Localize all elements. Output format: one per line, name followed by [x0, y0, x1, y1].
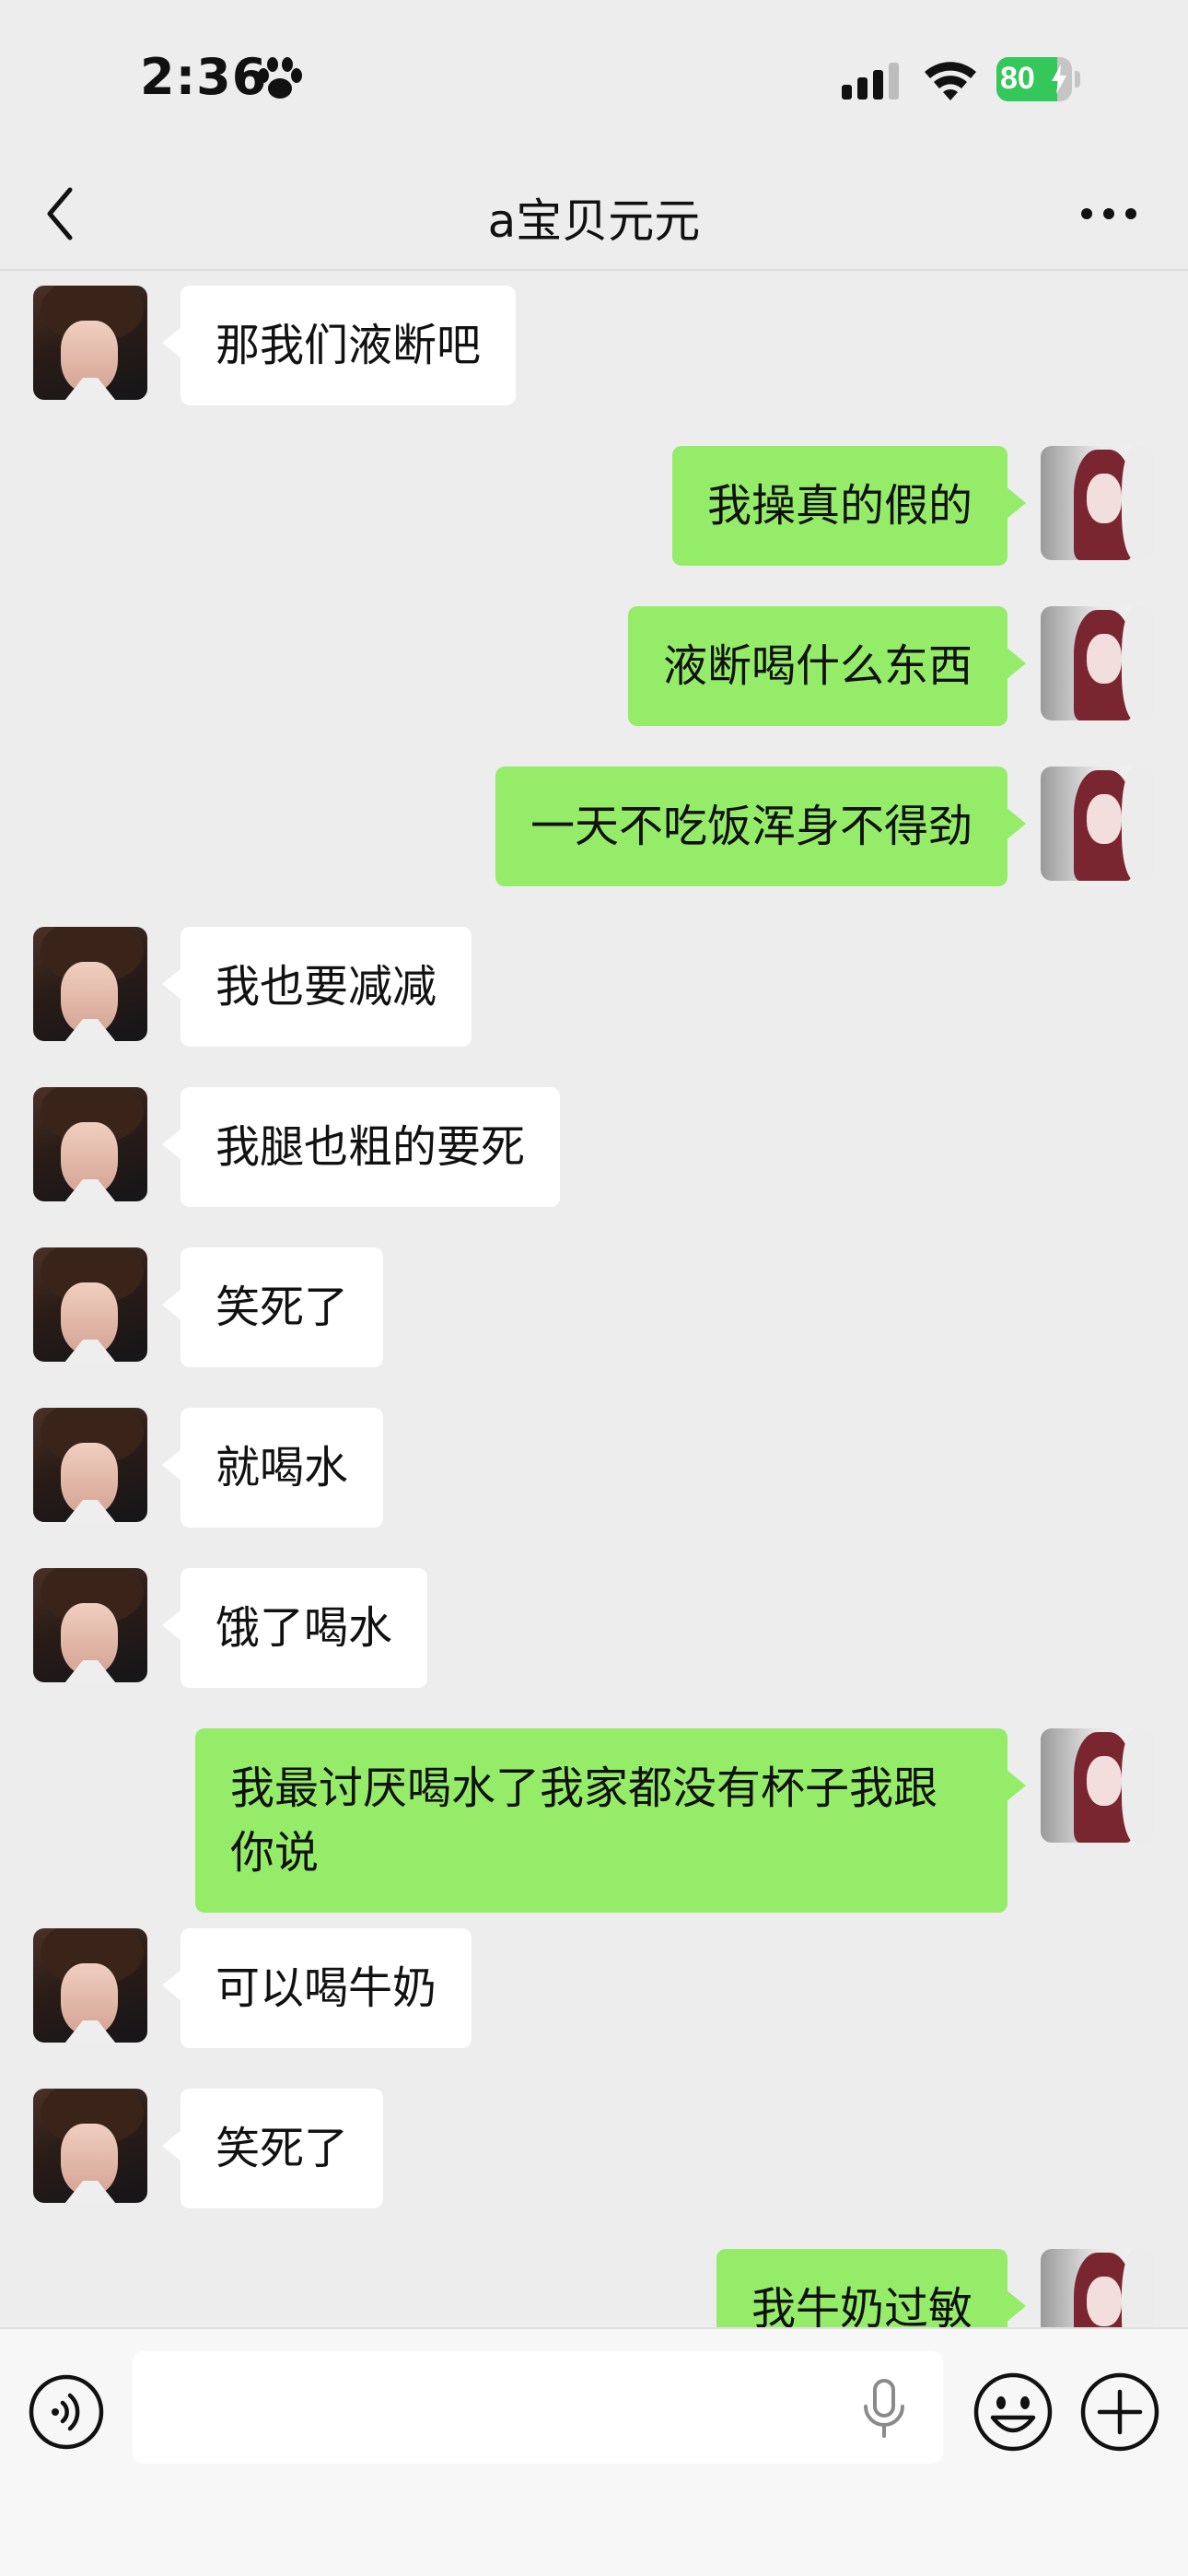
mic-icon[interactable] — [858, 2379, 910, 2440]
paw-icon — [258, 57, 302, 99]
cellular-signal-icon — [842, 63, 899, 100]
voice-icon[interactable] — [28, 2373, 105, 2451]
chat-header: a宝贝元元 — [0, 157, 1188, 271]
contact-avatar[interactable] — [33, 1247, 147, 1362]
status-bar: 2:36 80 — [0, 0, 1188, 157]
battery-percent: 80 — [1000, 61, 1035, 96]
contact-avatar[interactable] — [33, 2089, 147, 2203]
my-avatar[interactable] — [1041, 2249, 1155, 2327]
message-bubble[interactable]: 就喝水 — [161, 1408, 384, 1528]
status-time: 2:36 — [140, 48, 268, 106]
emoji-icon[interactable] — [973, 2371, 1054, 2453]
chat-screen: 2:36 80 a宝贝元元 那我们液断吧 我操真的假的 液断喝什么东西 一天不吃… — [0, 0, 1188, 2576]
plus-icon[interactable] — [1079, 2371, 1160, 2453]
contact-avatar[interactable] — [33, 1568, 147, 1682]
more-dots-icon[interactable] — [1079, 201, 1138, 227]
message-bubble[interactable]: 我也要减减 — [161, 927, 472, 1047]
contact-avatar[interactable] — [33, 286, 147, 400]
my-avatar[interactable] — [1041, 767, 1155, 881]
chat-title: a宝贝元元 — [487, 194, 701, 248]
wifi-icon — [925, 62, 976, 100]
my-avatar[interactable] — [1041, 1728, 1155, 1843]
message-bubble[interactable]: 一天不吃饭浑身不得劲 — [495, 767, 1027, 886]
message-bubble[interactable]: 饿了喝水 — [161, 1568, 428, 1688]
my-avatar[interactable] — [1041, 606, 1155, 720]
message-bubble[interactable]: 那我们液断吧 — [161, 286, 517, 405]
message-bubble[interactable]: 我腿也粗的要死 — [161, 1087, 561, 1207]
my-avatar[interactable] — [1041, 446, 1155, 560]
contact-avatar[interactable] — [33, 927, 147, 1041]
battery-icon: 80 — [996, 57, 1081, 101]
message-input[interactable] — [133, 2351, 943, 2464]
contact-avatar[interactable] — [33, 1408, 147, 1522]
message-bubble[interactable]: 可以喝牛奶 — [161, 1928, 472, 2048]
input-bar — [0, 2327, 1188, 2576]
message-bubble[interactable]: 我牛奶过敏 — [716, 2249, 1027, 2327]
message-bubble[interactable]: 我操真的假的 — [671, 446, 1027, 566]
message-list[interactable]: 那我们液断吧我操真的假的液断喝什么东西一天不吃饭浑身不得劲 我也要减减我腿也粗的要… — [0, 273, 1188, 2327]
message-bubble[interactable]: 液断喝什么东西 — [627, 606, 1027, 726]
message-bubble[interactable]: 笑死了 — [161, 1247, 384, 1367]
charging-bolt-icon — [1052, 64, 1066, 94]
contact-avatar[interactable] — [33, 1087, 147, 1201]
message-bubble[interactable]: 笑死了 — [161, 2089, 384, 2208]
contact-avatar[interactable] — [33, 1928, 147, 2043]
message-bubble[interactable]: 我最讨厌喝水了我家都没有杯子我跟你说 — [195, 1728, 1026, 1913]
